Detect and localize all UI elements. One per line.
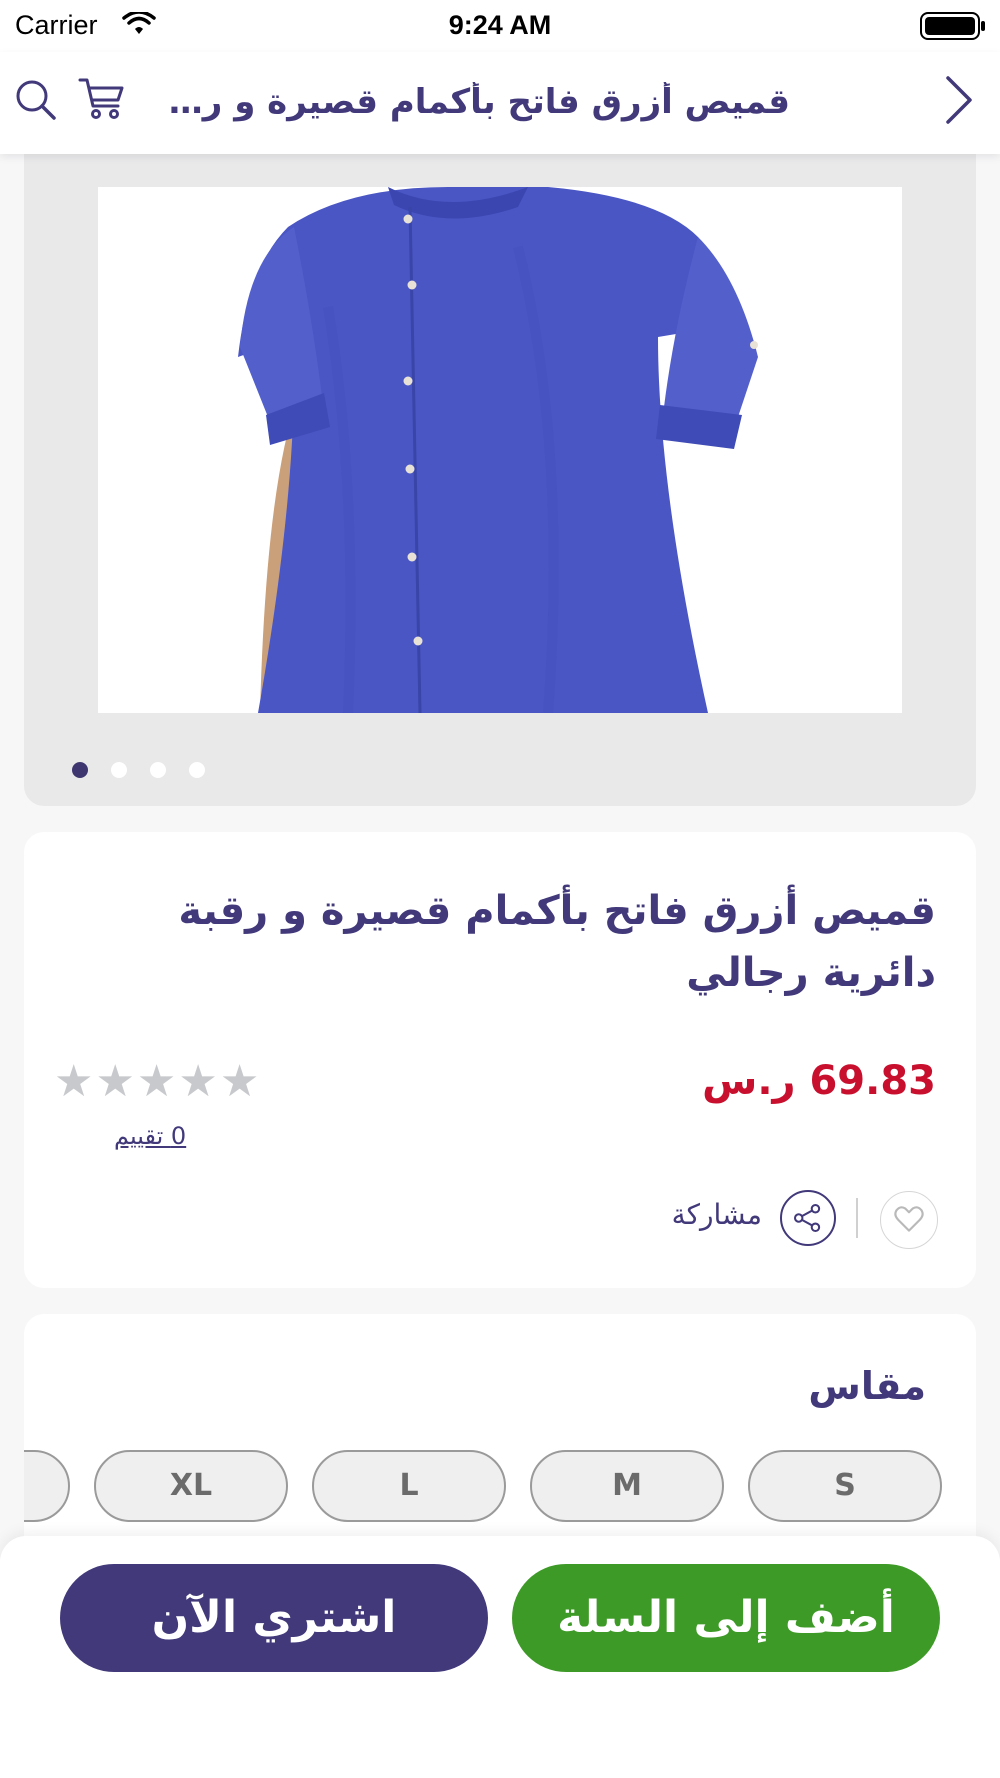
nav-bar: قميص أزرق فاتح بأكمام قصيرة و رقبة دائري…	[0, 52, 1000, 154]
add-to-cart-button[interactable]: أضف إلى السلة	[512, 1564, 940, 1672]
product-price: 69.83 ر.س	[702, 1058, 936, 1104]
size-label: مقاس	[808, 1364, 926, 1408]
cart-icon[interactable]	[78, 76, 126, 120]
pagination-dot[interactable]	[111, 762, 127, 778]
size-option-m[interactable]: M	[530, 1450, 724, 1522]
pagination-dot[interactable]	[72, 762, 88, 778]
star-icon[interactable]: ★	[95, 1060, 134, 1104]
divider	[856, 1198, 858, 1238]
star-icon[interactable]: ★	[54, 1060, 93, 1104]
buy-now-button[interactable]: اشتري الآن	[60, 1564, 488, 1672]
rating-stars[interactable]: ★ ★ ★ ★ ★	[54, 1060, 259, 1104]
size-options[interactable]: S M L XL	[24, 1450, 976, 1524]
search-icon[interactable]	[14, 78, 58, 122]
shirt-photo	[238, 187, 758, 713]
star-icon[interactable]: ★	[137, 1060, 176, 1104]
action-bar: اشتري الآن أضف إلى السلة	[0, 1536, 1000, 1778]
gallery-pagination[interactable]	[72, 762, 205, 778]
product-image[interactable]	[98, 187, 902, 713]
pagination-dot[interactable]	[189, 762, 205, 778]
chevron-right-icon[interactable]	[938, 72, 978, 128]
star-icon[interactable]: ★	[178, 1060, 217, 1104]
size-option-s[interactable]: S	[748, 1450, 942, 1522]
share-label[interactable]: مشاركة	[672, 1198, 762, 1231]
heart-icon[interactable]	[880, 1191, 938, 1249]
product-gallery[interactable]	[24, 140, 976, 806]
size-option-l[interactable]: L	[312, 1450, 506, 1522]
status-bar: Carrier 9:24 AM	[0, 0, 1000, 52]
size-option-xl[interactable]: XL	[94, 1450, 288, 1522]
battery-icon	[920, 12, 985, 40]
product-info-card: قميص أزرق فاتح بأكمام قصيرة و رقبة دائري…	[24, 832, 976, 1288]
product-title: قميص أزرق فاتح بأكمام قصيرة و رقبة دائري…	[178, 888, 936, 996]
clock: 9:24 AM	[448, 10, 552, 40]
size-option-more[interactable]	[24, 1450, 70, 1522]
page-title: قميص أزرق فاتح بأكمام قصيرة و رقبة دائري…	[150, 82, 790, 122]
share-icon[interactable]	[780, 1190, 836, 1246]
star-icon[interactable]: ★	[220, 1060, 259, 1104]
pagination-dot[interactable]	[150, 762, 166, 778]
reviews-link[interactable]: 0 تقييم	[114, 1122, 186, 1150]
